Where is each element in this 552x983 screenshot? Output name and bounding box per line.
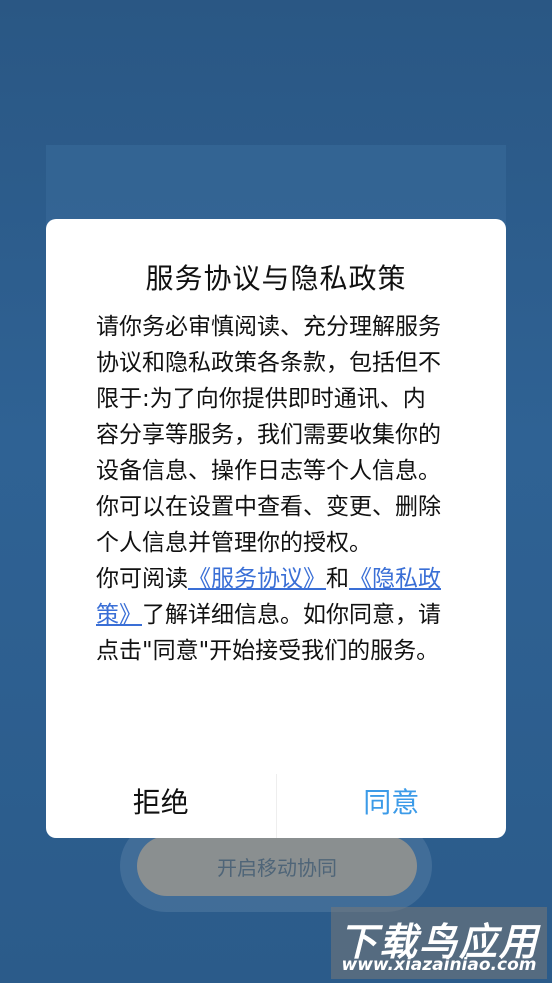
links-suffix: 了解详细信息。如你同意，请点击"同意"开始接受我们的服务。 (96, 602, 441, 664)
privacy-dialog: 服务协议与隐私政策 请你务必审慎阅读、充分理解服务协议和隐私政策各条款，包括但不… (46, 219, 506, 838)
service-agreement-link[interactable]: 《服务协议》 (188, 566, 326, 592)
start-collaboration-button[interactable]: 开启移动协同 (137, 836, 417, 896)
dialog-actions: 拒绝 同意 (46, 764, 506, 838)
links-paragraph: 你可阅读《服务协议》和《隐私政策》了解详细信息。如你同意，请点击"同意"开始接受… (96, 561, 441, 669)
watermark-url: www.xiazainiao.com (341, 955, 537, 975)
agree-button[interactable]: 同意 (277, 764, 507, 838)
and-text: 和 (326, 566, 349, 592)
reject-button[interactable]: 拒绝 (46, 764, 276, 838)
links-prefix: 你可阅读 (96, 566, 188, 592)
watermark-logo: 下载鸟应用 www.xiazainiao.com (331, 907, 547, 979)
dialog-title: 服务协议与隐私政策 (145, 262, 407, 295)
dialog-body: 请你务必审慎阅读、充分理解服务协议和隐私政策各条款，包括但不限于:为了向你提供即… (96, 309, 441, 669)
policy-paragraph: 请你务必审慎阅读、充分理解服务协议和隐私政策各条款，包括但不限于:为了向你提供即… (96, 314, 441, 556)
